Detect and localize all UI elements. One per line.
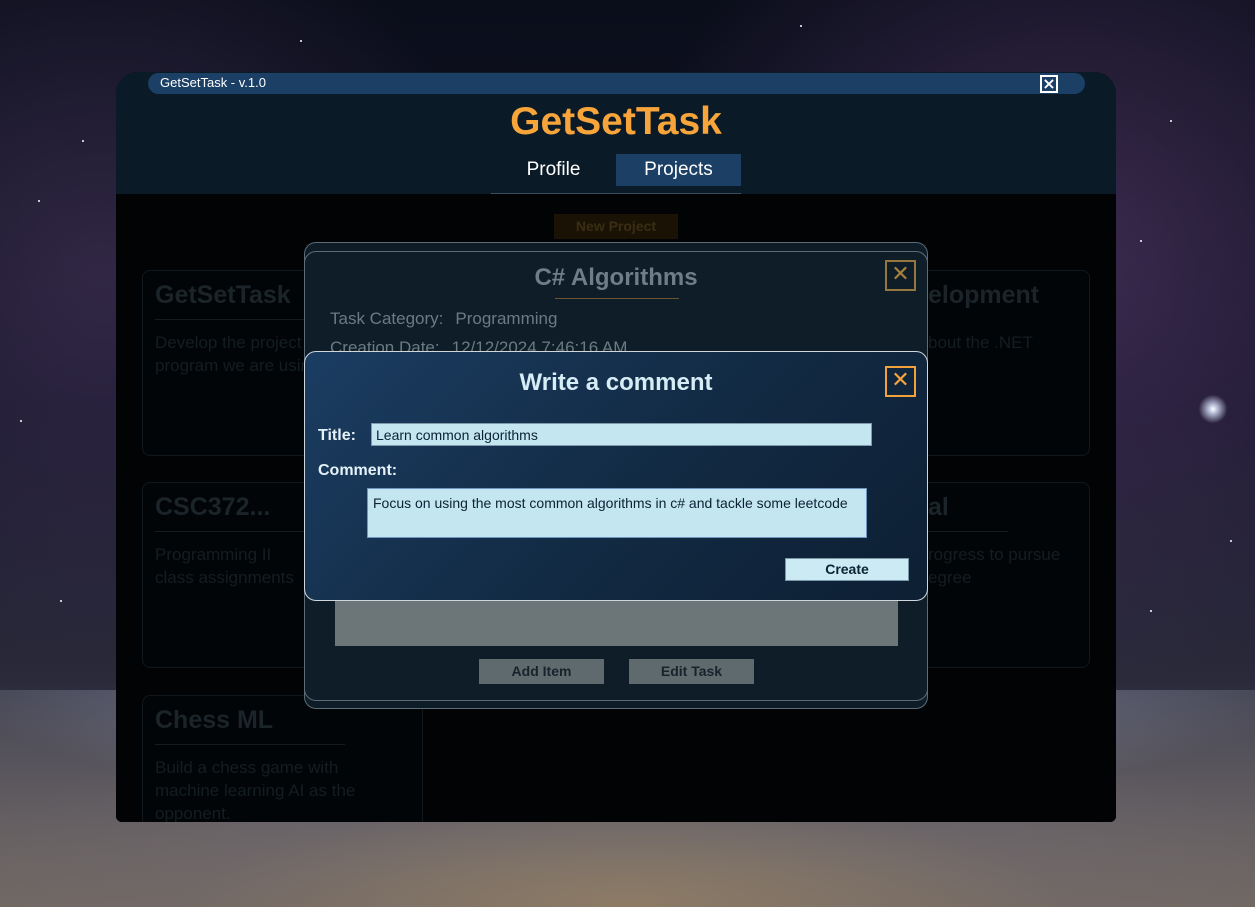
- star: [1140, 240, 1142, 242]
- project-description: rogress to pursue egree: [928, 545, 1061, 587]
- star: [38, 200, 40, 202]
- add-item-button[interactable]: Add Item: [479, 659, 604, 684]
- project-description: Build a chess game with machine learning…: [155, 758, 356, 822]
- star: [300, 40, 302, 42]
- divider: [928, 531, 1008, 532]
- task-category-value: Programming: [455, 309, 558, 328]
- window-title: GetSetTask - v.1.0: [160, 75, 266, 90]
- star-flare: [1196, 392, 1230, 426]
- project-title: GetSetTask: [155, 281, 291, 309]
- star: [1150, 610, 1152, 612]
- task-category-row: Task Category: Programming: [330, 309, 557, 329]
- comment-input[interactable]: Focus on using the most common algorithm…: [367, 488, 867, 538]
- star: [1170, 120, 1172, 122]
- project-title: CSC372...: [155, 493, 271, 521]
- project-title: al: [928, 493, 949, 521]
- app-header: GetSetTask - v.1.0 × GetSetTask Profile …: [116, 72, 1116, 194]
- task-title: C# Algorithms: [534, 264, 698, 291]
- title-bar[interactable]: GetSetTask - v.1.0 ×: [148, 73, 1085, 94]
- project-description: Programming II class assignments: [155, 545, 294, 587]
- star: [82, 140, 84, 142]
- star: [800, 25, 802, 27]
- close-icon[interactable]: ✕: [885, 366, 916, 397]
- close-icon[interactable]: ✕: [885, 260, 916, 291]
- new-project-button[interactable]: New Project: [554, 214, 678, 239]
- main-nav: Profile Projects: [491, 154, 741, 194]
- task-items-list: [335, 598, 898, 646]
- divider: [555, 298, 679, 299]
- edit-task-button[interactable]: Edit Task: [629, 659, 754, 684]
- star: [20, 420, 22, 422]
- title-input[interactable]: Learn common algorithms: [371, 423, 872, 446]
- create-button[interactable]: Create: [785, 558, 909, 581]
- star: [1230, 540, 1232, 542]
- tab-projects[interactable]: Projects: [616, 154, 741, 186]
- brand-title: GetSetTask: [510, 100, 722, 143]
- project-description: bout the .NET: [928, 333, 1033, 352]
- divider: [155, 744, 345, 745]
- comment-dialog: Write a comment ✕ Title: Learn common al…: [304, 351, 928, 601]
- project-title: Chess ML: [155, 706, 274, 734]
- star: [60, 600, 62, 602]
- title-label: Title:: [318, 427, 356, 444]
- window-close-icon[interactable]: ×: [1040, 75, 1058, 93]
- comment-label: Comment:: [318, 462, 398, 479]
- comment-dialog-title: Write a comment: [519, 369, 713, 396]
- task-category-label: Task Category:: [330, 309, 444, 328]
- tab-profile[interactable]: Profile: [491, 154, 616, 186]
- project-title: elopment: [928, 281, 1040, 309]
- project-card[interactable]: Chess ML Build a chess game with machine…: [142, 695, 423, 822]
